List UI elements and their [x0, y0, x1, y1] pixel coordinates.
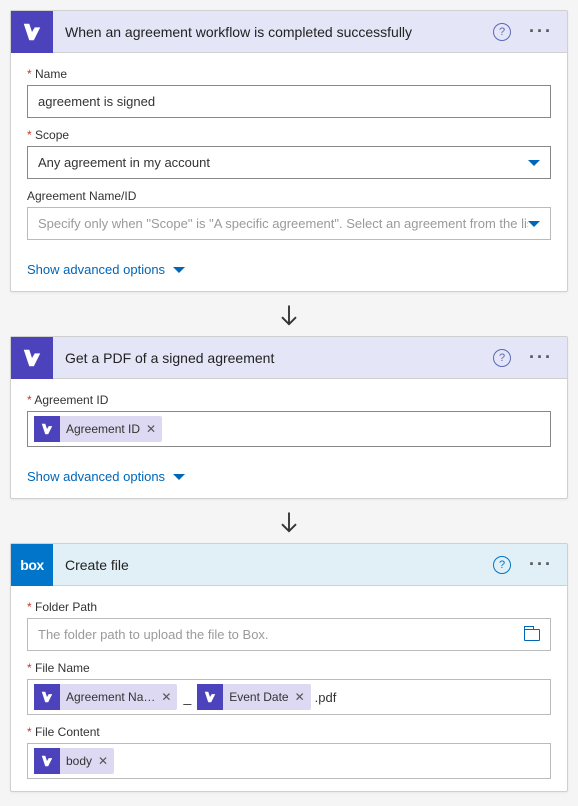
show-advanced-link[interactable]: Show advanced options [11, 252, 201, 291]
action-card-box: box Create file ? ··· Folder Path The fo… [10, 543, 568, 792]
remove-token-icon[interactable]: ✕ [295, 690, 305, 704]
file-name-label: File Name [27, 661, 551, 675]
chevron-down-icon [528, 160, 540, 166]
flow-arrow [10, 296, 568, 336]
action-body: Agreement ID Agreement ID ✕ [11, 379, 567, 459]
filename-separator: _ [181, 689, 193, 705]
trigger-header[interactable]: When an agreement workflow is completed … [11, 11, 567, 53]
action-body: Folder Path The folder path to upload th… [11, 586, 567, 791]
adobe-sign-icon [11, 337, 53, 379]
folder-path-label: Folder Path [27, 600, 551, 614]
token-event-date[interactable]: Event Date ✕ [197, 684, 310, 710]
folder-picker-icon[interactable] [524, 629, 540, 641]
show-advanced-link[interactable]: Show advanced options [11, 459, 201, 498]
token-body[interactable]: body ✕ [34, 748, 114, 774]
action-header[interactable]: box Create file ? ··· [11, 544, 567, 586]
flow-arrow [10, 503, 568, 543]
action-title: Get a PDF of a signed agreement [53, 350, 493, 366]
more-menu-icon[interactable]: ··· [523, 21, 559, 42]
folder-placeholder: The folder path to upload the file to Bo… [38, 627, 269, 642]
help-icon[interactable]: ? [493, 349, 511, 367]
more-menu-icon[interactable]: ··· [523, 554, 559, 575]
agreement-label: Agreement Name/ID [27, 189, 551, 203]
action-card-pdf: Get a PDF of a signed agreement ? ··· Ag… [10, 336, 568, 499]
trigger-title: When an agreement workflow is completed … [53, 24, 493, 40]
token-agreement-id[interactable]: Agreement ID ✕ [34, 416, 162, 442]
action-header[interactable]: Get a PDF of a signed agreement ? ··· [11, 337, 567, 379]
name-input[interactable]: agreement is signed [27, 85, 551, 118]
scope-label: Scope [27, 128, 551, 142]
adobe-sign-icon [11, 11, 53, 53]
adobe-sign-icon [34, 684, 60, 710]
agreement-id-input[interactable]: Agreement ID ✕ [27, 411, 551, 447]
adobe-sign-icon [34, 748, 60, 774]
file-name-input[interactable]: Agreement Na… ✕ _ Event Date ✕ .pdf [27, 679, 551, 715]
more-menu-icon[interactable]: ··· [523, 347, 559, 368]
help-icon[interactable]: ? [493, 556, 511, 574]
agreement-placeholder: Specify only when "Scope" is "A specific… [38, 216, 528, 231]
adobe-sign-icon [197, 684, 223, 710]
help-icon[interactable]: ? [493, 23, 511, 41]
scope-select[interactable]: Any agreement in my account [27, 146, 551, 179]
chevron-down-icon [528, 221, 540, 227]
remove-token-icon[interactable]: ✕ [146, 422, 156, 436]
trigger-body: Name agreement is signed Scope Any agree… [11, 53, 567, 252]
box-icon: box [11, 544, 53, 586]
remove-token-icon[interactable]: ✕ [161, 690, 171, 704]
chevron-down-icon [173, 474, 185, 480]
file-content-label: File Content [27, 725, 551, 739]
remove-token-icon[interactable]: ✕ [98, 754, 108, 768]
chevron-down-icon [173, 267, 185, 273]
folder-path-input[interactable]: The folder path to upload the file to Bo… [27, 618, 551, 651]
token-agreement-name[interactable]: Agreement Na… ✕ [34, 684, 177, 710]
agreement-select[interactable]: Specify only when "Scope" is "A specific… [27, 207, 551, 240]
adobe-sign-icon [34, 416, 60, 442]
action-title: Create file [53, 557, 493, 573]
filename-suffix: .pdf [315, 690, 337, 705]
trigger-card: When an agreement workflow is completed … [10, 10, 568, 292]
agreement-id-label: Agreement ID [27, 393, 551, 407]
name-label: Name [27, 67, 551, 81]
scope-value: Any agreement in my account [38, 155, 210, 170]
file-content-input[interactable]: body ✕ [27, 743, 551, 779]
